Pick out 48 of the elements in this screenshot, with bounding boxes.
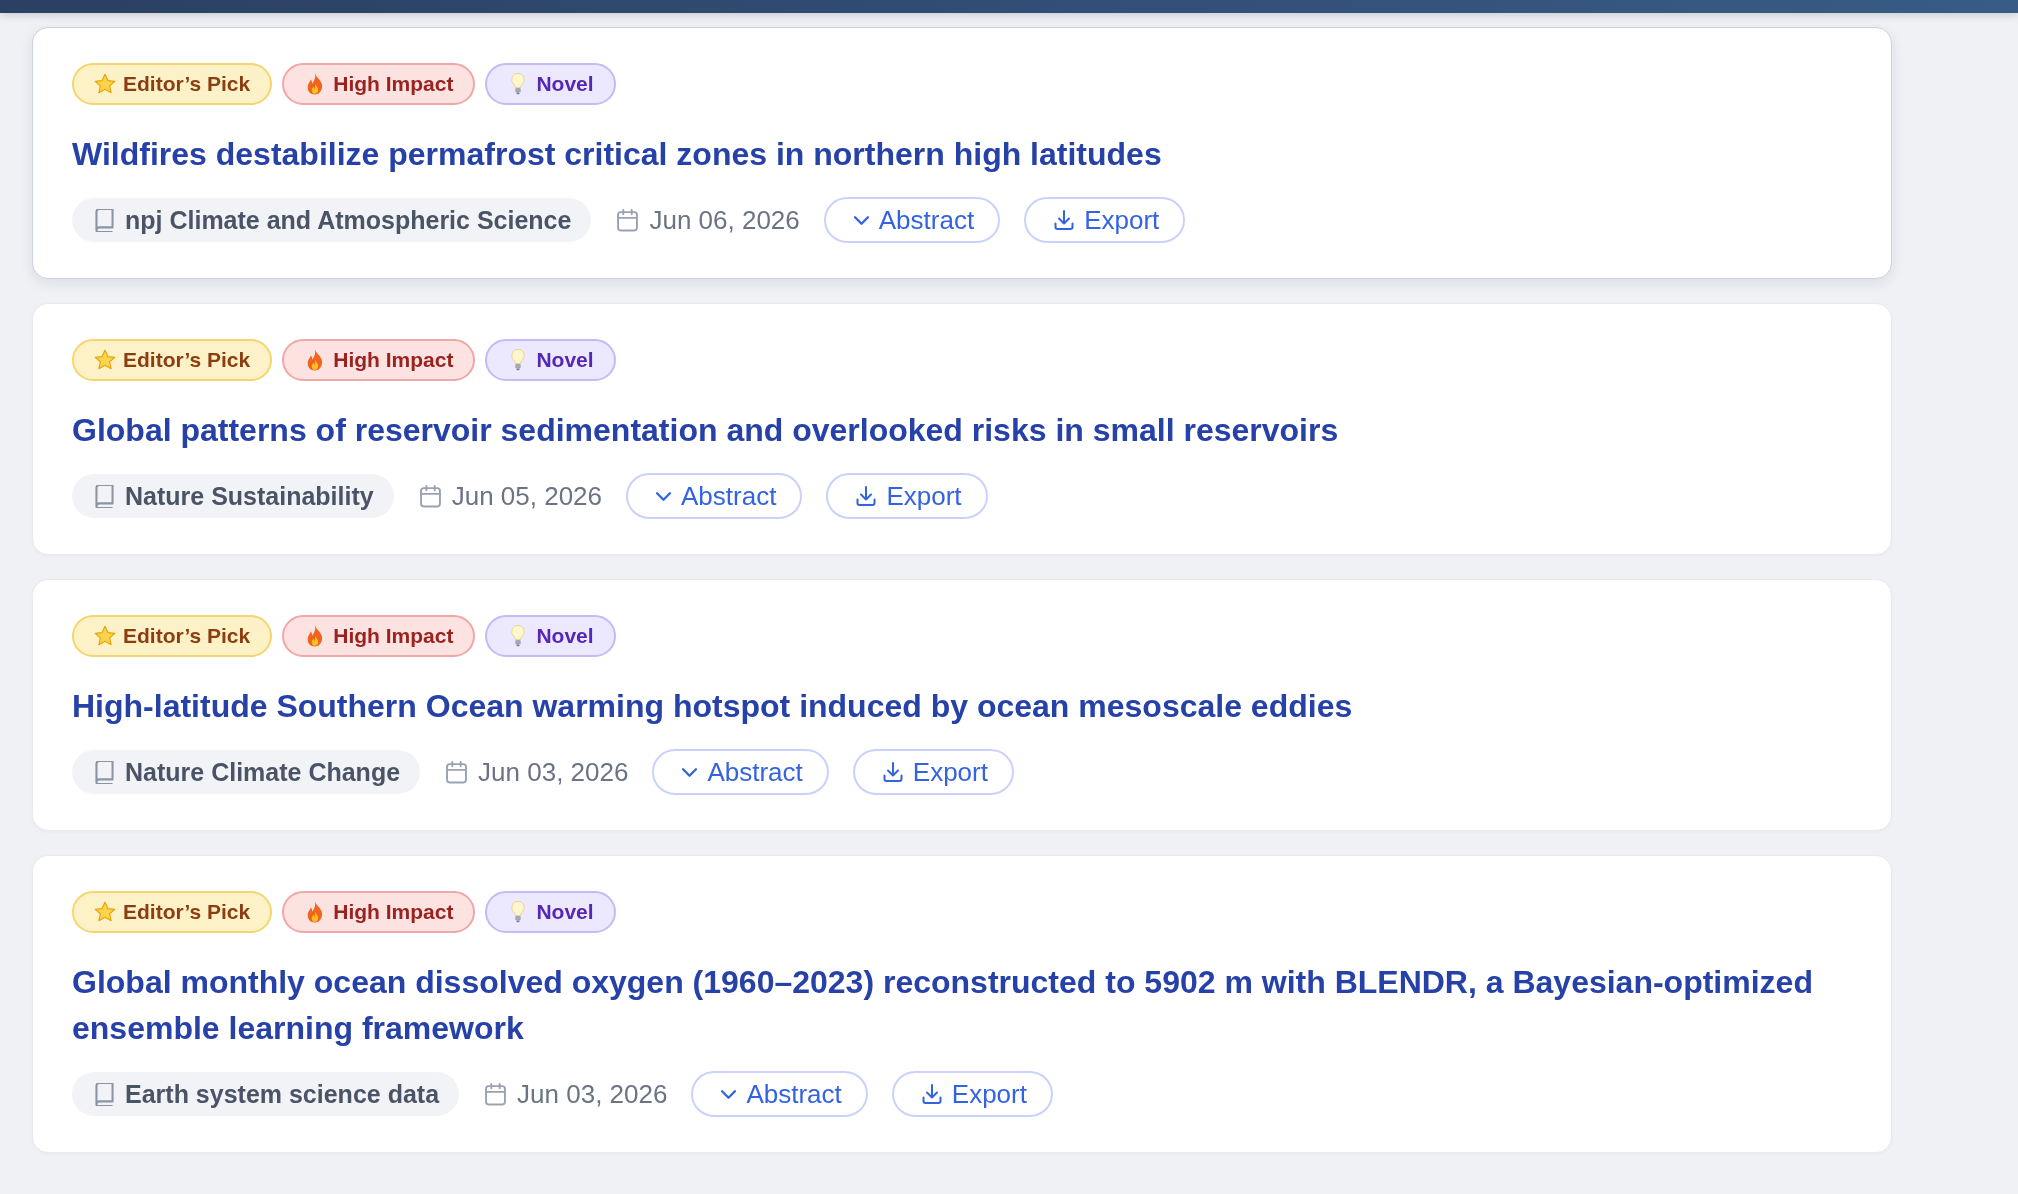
- tag-label: Novel: [536, 624, 594, 648]
- tag-label: Editor’s Pick: [123, 348, 251, 372]
- star-icon: [94, 625, 116, 647]
- download-icon: [856, 486, 877, 506]
- star-icon: [94, 901, 116, 923]
- publication-date: Jun 03, 2026: [517, 1078, 668, 1110]
- tag-label: High Impact: [333, 624, 454, 648]
- article-title-link[interactable]: High-latitude Southern Ocean warming hotspot induced by ocean mesoscale eddies: [72, 683, 1852, 729]
- star-icon: [94, 349, 116, 371]
- journal-name: Nature Climate Change: [125, 757, 401, 787]
- export-button[interactable]: Export: [852, 749, 1014, 795]
- calendar-icon: [446, 760, 468, 784]
- export-button[interactable]: Export: [891, 1071, 1053, 1117]
- star-icon: [94, 73, 116, 95]
- calendar-icon: [617, 208, 639, 232]
- export-button[interactable]: Export: [826, 473, 988, 519]
- calendar-icon: [419, 484, 441, 508]
- article-title-link[interactable]: Wildfires destabilize permafrost critical zones in northern high latitudes: [72, 131, 1852, 177]
- journal-name: npj Climate and Atmospheric Science: [125, 205, 572, 235]
- book-icon: [94, 208, 115, 232]
- tag-label: Editor’s Pick: [123, 624, 251, 648]
- book-icon: [94, 1082, 115, 1106]
- journal-name: Nature Sustainability: [125, 481, 374, 511]
- tag-label: High Impact: [333, 348, 454, 372]
- tag-label: Novel: [536, 348, 594, 372]
- export-button[interactable]: Export: [1024, 197, 1186, 243]
- download-icon: [921, 1084, 942, 1104]
- download-icon: [882, 762, 903, 782]
- abstract-button[interactable]: Abstract: [626, 473, 803, 519]
- tag-label: High Impact: [333, 72, 454, 96]
- tag-label: High Impact: [333, 900, 454, 924]
- calendar-icon: [485, 1082, 507, 1106]
- tag-label: Editor’s Pick: [123, 900, 251, 924]
- abstract-button[interactable]: Abstract: [823, 197, 1001, 243]
- tag-label: Novel: [536, 900, 594, 924]
- publication-date: Jun 05, 2026: [451, 480, 603, 512]
- tag-label: Editor’s Pick: [123, 72, 251, 96]
- publication-date: Jun 03, 2026: [478, 756, 629, 788]
- abstract-button[interactable]: Abstract: [652, 749, 829, 795]
- book-icon: [94, 484, 115, 508]
- download-icon: [1054, 210, 1075, 230]
- article-title-link[interactable]: Global patterns of reservoir sedimentation and overlooked risks in small reservoirs: [72, 407, 1852, 453]
- abstract-button[interactable]: Abstract: [691, 1071, 868, 1117]
- tag-label: Novel: [536, 72, 594, 96]
- book-icon: [94, 760, 115, 784]
- publication-date: Jun 06, 2026: [649, 204, 800, 236]
- article-title-link[interactable]: Global monthly ocean dissolved oxygen (1960–2023) reconstructed to 5902 m with BLENDR, a Bayesian-optimized ensemble learning framework: [72, 959, 1852, 1051]
- journal-name: Earth system science data: [125, 1079, 440, 1109]
